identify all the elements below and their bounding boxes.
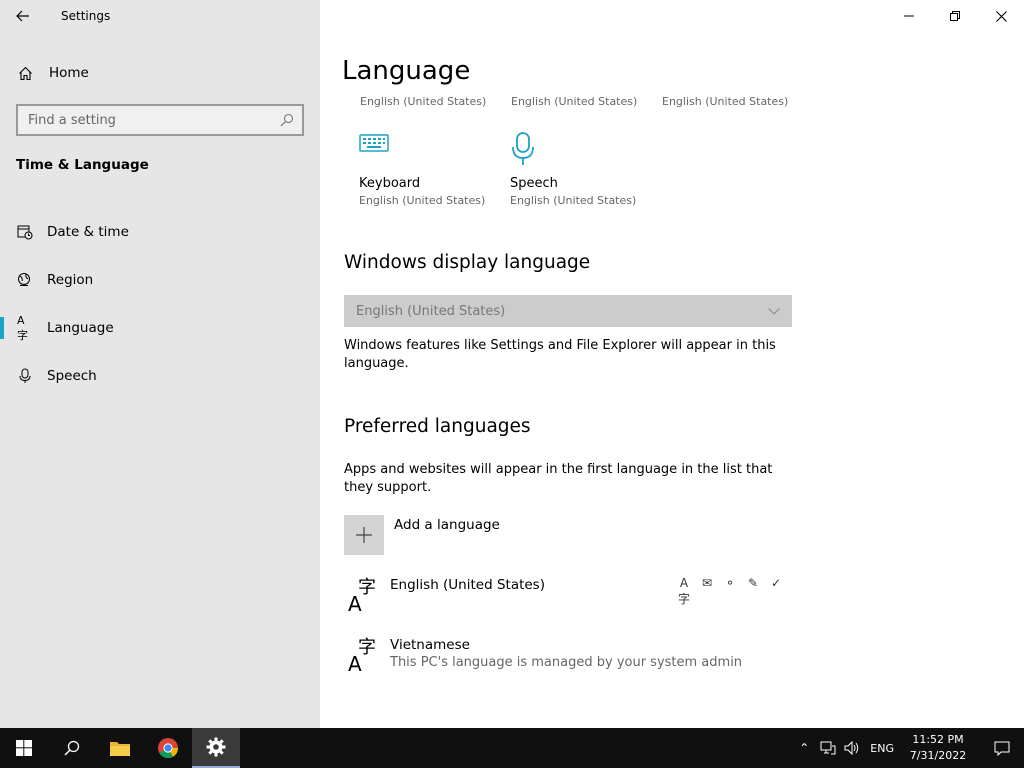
back-button[interactable]	[0, 0, 46, 32]
nav-item-label: Speech	[47, 368, 97, 384]
tile-subtitle: English (United States)	[360, 95, 487, 108]
nav-item-label: Language	[47, 320, 114, 336]
title-bar: Settings	[0, 0, 320, 32]
volume-icon[interactable]	[840, 741, 864, 755]
notification-button[interactable]	[980, 728, 1024, 768]
nav-home[interactable]: Home	[0, 56, 320, 90]
top-subtitles: English (United States) English (United …	[360, 95, 820, 108]
microphone-icon	[512, 132, 534, 165]
language-glyph-icon: A字	[348, 637, 376, 676]
system-tray: ⌃ ENG 11:52 PM 7/31/2022	[792, 728, 1024, 768]
tile-subtitle: English (United States)	[510, 194, 637, 207]
nav-item-date-time[interactable]: Date & time	[0, 208, 320, 256]
display-language-description: Windows features like Settings and File …	[344, 338, 776, 371]
section-title: Time & Language	[16, 157, 149, 173]
globe-icon	[17, 272, 33, 288]
speech-recognition-icon: ✉	[701, 576, 713, 590]
nav-item-speech[interactable]: Speech	[0, 352, 320, 400]
language-glyph-icon: A字	[348, 577, 376, 616]
preferred-languages-heading: Preferred languages	[344, 416, 531, 437]
search-input[interactable]	[28, 112, 280, 128]
main-content: Language English (United States) English…	[320, 0, 1024, 728]
start-button[interactable]	[0, 728, 48, 768]
gear-icon	[206, 737, 226, 757]
display-language-dropdown[interactable]: English (United States)	[344, 295, 792, 327]
search-box[interactable]	[16, 104, 304, 136]
language-managed-note: This PC's language is managed by your sy…	[390, 655, 743, 670]
dropdown-value: English (United States)	[356, 303, 506, 319]
nav-list: Date & time Region A字 Language Speech	[0, 208, 320, 400]
network-icon[interactable]	[816, 741, 840, 755]
tile-subtitle: English (United States)	[662, 95, 789, 108]
home-icon	[17, 65, 33, 81]
chrome-button[interactable]	[144, 728, 192, 768]
tile-subtitle: English (United States)	[359, 194, 486, 207]
microphone-icon	[17, 368, 33, 384]
language-row-vietnamese[interactable]: A字 Vietnamese This PC's language is mana…	[344, 636, 784, 684]
search-icon	[64, 740, 80, 756]
keyboard-icon	[359, 134, 389, 152]
windows-logo-icon	[16, 740, 32, 756]
language-name: English (United States)	[390, 577, 545, 593]
sidebar: Settings Home Time & Language Date & tim…	[0, 0, 320, 728]
tile-name: Speech	[510, 176, 558, 191]
tile-subtitle: English (United States)	[511, 95, 638, 108]
back-arrow-icon	[16, 10, 29, 22]
add-box	[344, 515, 384, 555]
tile-speech[interactable]: Speech English (United States)	[510, 132, 661, 207]
language-row-english[interactable]: A字 English (United States) A字 ✉ ⚬ ✎ ✓	[344, 576, 784, 624]
add-language-button[interactable]: Add a language	[344, 515, 500, 555]
nav-item-region[interactable]: Region	[0, 256, 320, 304]
display-language-icon: A字	[677, 576, 690, 606]
plus-icon	[356, 527, 372, 543]
nav-home-label: Home	[49, 65, 89, 81]
page-title: Language	[342, 56, 471, 86]
app-title: Settings	[61, 9, 111, 23]
folder-icon	[110, 742, 130, 756]
language-name: Vietnamese	[390, 637, 470, 653]
nav-item-language[interactable]: A字 Language	[0, 304, 320, 352]
notification-icon	[994, 741, 1010, 756]
clock[interactable]: 11:52 PM 7/31/2022	[902, 732, 974, 764]
add-language-label: Add a language	[394, 517, 500, 533]
search-icon	[280, 113, 294, 127]
nav-item-label: Date & time	[47, 224, 129, 240]
display-language-heading: Windows display language	[344, 252, 591, 273]
spellcheck-icon: ✓	[770, 576, 782, 590]
file-explorer-button[interactable]	[96, 728, 144, 768]
handwriting-icon: ✎	[747, 576, 759, 590]
nav-item-label: Region	[47, 272, 94, 288]
search-taskbar-button[interactable]	[48, 728, 96, 768]
language-feature-icons: A字 ✉ ⚬ ✎ ✓	[676, 576, 784, 607]
settings-taskbar-button[interactable]	[192, 728, 240, 768]
language-icon: A字	[17, 313, 28, 342]
chrome-icon	[158, 738, 179, 759]
calendar-clock-icon	[17, 224, 33, 240]
chevron-up-icon[interactable]: ⌃	[792, 741, 816, 755]
microphone-icon: ⚬	[724, 576, 736, 590]
taskbar: ⌃ ENG 11:52 PM 7/31/2022	[0, 728, 1024, 768]
clock-time: 11:52 PM	[912, 733, 964, 746]
language-tiles: Keyboard English (United States) Speech …	[359, 132, 661, 207]
input-language-indicator[interactable]: ENG	[870, 742, 894, 755]
chevron-down-icon	[768, 307, 780, 315]
clock-date: 7/31/2022	[909, 749, 967, 762]
tile-name: Keyboard	[359, 176, 421, 191]
tile-keyboard[interactable]: Keyboard English (United States)	[359, 132, 510, 207]
preferred-languages-description: Apps and websites will appear in the fir…	[344, 462, 773, 495]
